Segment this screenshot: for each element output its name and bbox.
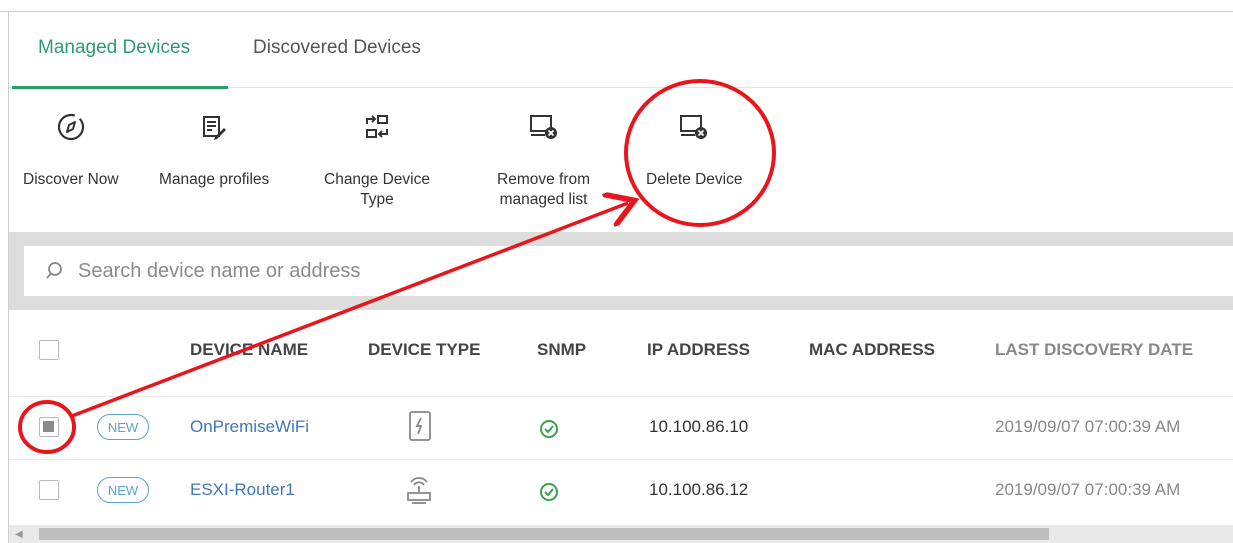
device-tabs: Managed Devices Discovered Devices [9, 12, 1233, 89]
remove-from-managed-list-label: Remove from managed list [497, 170, 590, 210]
manage-profiles-label: Manage profiles [159, 171, 270, 188]
table-row[interactable]: NEW ESXI-Router1 10.100.86.12 2019/09/07… [9, 459, 1233, 521]
delete-device-button[interactable]: Delete Device [646, 110, 743, 190]
last-discovery-cell: 2019/09/07 07:00:39 AM [995, 417, 1181, 436]
tab-discovered-devices[interactable]: Discovered Devices [253, 37, 421, 59]
check-circle-icon [539, 419, 559, 444]
new-badge: NEW [97, 477, 149, 503]
select-all-checkbox[interactable] [39, 340, 59, 360]
device-name-link[interactable]: ESXI-Router1 [190, 480, 295, 500]
check-circle-icon [539, 482, 559, 507]
horizontal-scrollbar[interactable]: ◀ [9, 525, 1233, 543]
col-snmp[interactable]: SNMP [537, 340, 586, 360]
compass-icon [54, 110, 88, 144]
remove-managed-line2: managed list [499, 191, 588, 208]
swap-device-icon [360, 110, 394, 144]
router-icon [404, 470, 434, 511]
search-icon [44, 261, 64, 281]
last-discovery-cell: 2019/09/07 07:00:39 AM [995, 480, 1181, 499]
ip-address-cell: 10.100.86.12 [649, 480, 749, 499]
col-ip-address[interactable]: IP ADDRESS [647, 340, 750, 360]
window-top-border [0, 0, 1233, 12]
ip-address-cell: 10.100.86.10 [649, 417, 749, 436]
delete-device-label: Delete Device [646, 171, 743, 188]
search-input[interactable] [78, 259, 678, 283]
monitor-remove-icon [527, 110, 561, 144]
discover-now-label: Discover Now [23, 171, 119, 188]
col-last-discovery-date[interactable]: LAST DISCOVERY DATE [995, 340, 1193, 360]
row-checkbox[interactable] [39, 417, 59, 437]
scroll-left-icon[interactable]: ◀ [15, 529, 23, 540]
device-toolbar: Discover Now Manage profiles Change Devi… [9, 90, 1233, 230]
active-tab-underline [12, 86, 228, 89]
search-strip [9, 232, 1233, 310]
change-device-type-button[interactable]: Change Device Type [324, 110, 430, 210]
device-name-link[interactable]: OnPremiseWiFi [190, 417, 309, 437]
table-row[interactable]: NEW OnPremiseWiFi 10.100.86.10 2019/09/0… [9, 396, 1233, 458]
manage-profiles-button[interactable]: Manage profiles [159, 110, 269, 190]
row-checkbox[interactable] [39, 480, 59, 500]
col-device-type[interactable]: DEVICE TYPE [368, 340, 480, 360]
col-mac-address[interactable]: MAC ADDRESS [809, 340, 935, 360]
discover-now-button[interactable]: Discover Now [23, 110, 119, 190]
wifi-device-icon [407, 409, 433, 448]
change-device-type-line2: Type [360, 191, 394, 208]
change-device-type-line1: Change Device [324, 171, 430, 188]
change-device-type-label: Change Device Type [324, 170, 430, 210]
table-header: DEVICE NAME DEVICE TYPE SNMP IP ADDRESS … [9, 318, 1233, 384]
tab-managed-devices[interactable]: Managed Devices [38, 37, 190, 59]
new-badge: NEW [97, 414, 149, 440]
col-device-name[interactable]: DEVICE NAME [190, 340, 308, 360]
scrollbar-thumb[interactable] [39, 528, 1049, 540]
search-box [24, 246, 1233, 296]
monitor-delete-icon [677, 110, 711, 144]
remove-from-managed-list-button[interactable]: Remove from managed list [497, 110, 590, 210]
remove-managed-line1: Remove from [497, 171, 591, 188]
edit-profile-icon [197, 110, 231, 144]
